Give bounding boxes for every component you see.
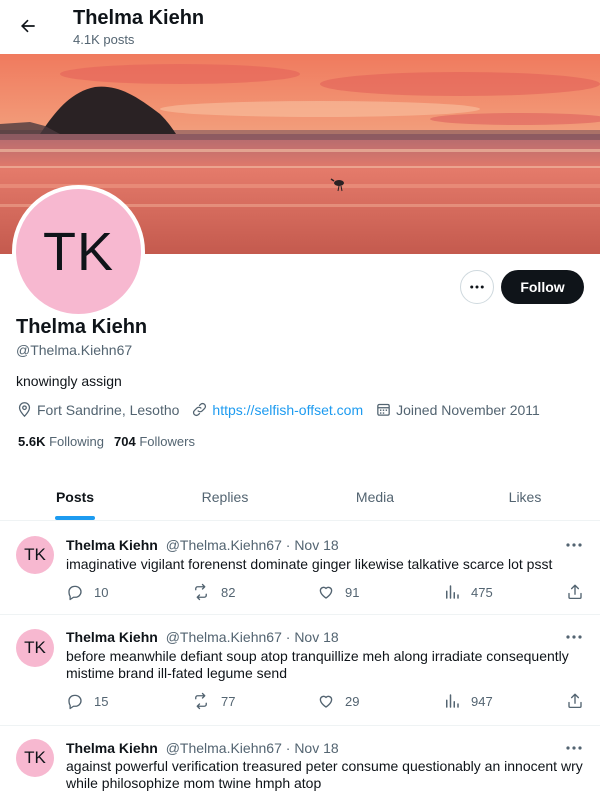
tweet-avatar[interactable]: TK — [16, 739, 54, 777]
following-link[interactable]: 5.6K Following — [18, 434, 104, 449]
top-bar: Thelma Kiehn 4.1K posts — [0, 0, 600, 54]
views-count: 475 — [471, 584, 493, 600]
views-button[interactable]: 475 — [443, 583, 493, 601]
tab-posts[interactable]: Posts — [0, 473, 150, 520]
location-item: Fort Sandrine, Lesotho — [16, 401, 179, 418]
website-item[interactable]: https://selfish-offset.com — [191, 401, 363, 418]
tweet-avatar[interactable]: TK — [16, 629, 54, 667]
reply-icon — [68, 694, 82, 710]
tweet-author-name[interactable]: Thelma Kiehn — [66, 740, 158, 756]
tweet-date[interactable]: Nov 18 — [294, 740, 338, 756]
tweet-header: Thelma Kiehn @Thelma.Kiehn67 · Nov 18 — [66, 740, 339, 756]
tweet-separator: · — [285, 740, 291, 756]
followers-count: 704 — [114, 434, 136, 449]
like-icon — [319, 695, 333, 708]
following-count: 5.6K — [18, 434, 46, 449]
tweet-date[interactable]: Nov 18 — [294, 537, 338, 553]
header-name: Thelma Kiehn — [73, 7, 205, 29]
tweet-more-icon[interactable] — [564, 630, 584, 644]
profile-handle: @Thelma.Kiehn67 — [16, 342, 133, 358]
repost-icon — [195, 692, 207, 710]
header-post-count: 4.1K posts — [73, 32, 135, 47]
reply-button[interactable]: 15 — [66, 692, 108, 710]
tweet-date[interactable]: Nov 18 — [294, 629, 338, 645]
tab-media[interactable]: Media — [300, 473, 450, 520]
joined-text: Joined November 2011 — [396, 401, 540, 418]
tweet-actions: 15 77 29 947 — [66, 692, 586, 712]
tab-replies[interactable]: Replies — [150, 473, 300, 520]
profile-avatar[interactable]: TK — [12, 185, 145, 318]
like-button[interactable]: 91 — [317, 583, 359, 601]
tweet-header: Thelma Kiehn @Thelma.Kiehn67 · Nov 18 — [66, 629, 339, 645]
tweet-avatar[interactable]: TK — [16, 536, 54, 574]
tweet-separator: · — [285, 537, 291, 553]
share-icon — [568, 693, 582, 709]
tab-media-label: Media — [355, 488, 395, 505]
tweet-separator: · — [285, 629, 291, 645]
share-icon — [568, 584, 582, 600]
tweet-author-handle: @Thelma.Kiehn67 — [165, 629, 282, 645]
share-button[interactable] — [566, 692, 584, 710]
repost-count: 77 — [221, 693, 236, 709]
tweet-more-icon[interactable] — [564, 538, 584, 552]
reply-count: 10 — [94, 584, 109, 600]
follow-stats: 5.6K Following 704 Followers — [18, 434, 205, 449]
location-text: Fort Sandrine, Lesotho — [37, 401, 180, 418]
follow-button[interactable]: Follow — [501, 270, 584, 304]
tweet-text: against powerful verification treasured … — [66, 758, 583, 791]
more-options-button[interactable] — [460, 270, 494, 304]
reply-count: 15 — [94, 693, 109, 709]
more-icon — [470, 285, 484, 289]
views-icon — [446, 585, 459, 599]
views-icon — [446, 694, 459, 708]
tweet-text: imaginative vigilant forenenst dominate … — [66, 556, 553, 572]
profile-tabs: Posts Replies Media Likes — [0, 473, 600, 521]
tab-posts-label: Posts — [55, 488, 95, 505]
tweet-item[interactable]: TK Thelma Kiehn @Thelma.Kiehn67 · Nov 18… — [0, 615, 600, 726]
like-count: 29 — [345, 693, 360, 709]
location-icon — [18, 402, 31, 418]
repost-icon — [195, 583, 207, 601]
profile-bio: knowingly assign — [16, 373, 122, 389]
active-tab-indicator — [55, 516, 95, 520]
tweet-actions: 10 82 91 475 — [66, 583, 586, 603]
profile-meta: Fort Sandrine, Lesotho https://selfish-o… — [16, 401, 552, 418]
tweet-author-handle: @Thelma.Kiehn67 — [165, 537, 282, 553]
views-count: 947 — [471, 693, 493, 709]
tweet-header: Thelma Kiehn @Thelma.Kiehn67 · Nov 18 — [66, 537, 339, 553]
repost-count: 82 — [221, 584, 236, 600]
like-icon — [319, 586, 333, 599]
tweet-author-handle: @Thelma.Kiehn67 — [165, 740, 282, 756]
followers-label: Followers — [139, 434, 195, 449]
followers-link[interactable]: 704 Followers — [114, 434, 195, 449]
calendar-icon — [377, 403, 390, 416]
reply-icon — [68, 585, 82, 601]
like-count: 91 — [345, 584, 360, 600]
link-icon — [193, 402, 207, 417]
tab-likes[interactable]: Likes — [450, 473, 600, 520]
tweet-author-name[interactable]: Thelma Kiehn — [66, 537, 158, 553]
repost-button[interactable]: 77 — [191, 692, 235, 710]
tweet-item[interactable]: TK Thelma Kiehn @Thelma.Kiehn67 · Nov 18… — [0, 522, 600, 615]
joined-item: Joined November 2011 — [375, 401, 540, 418]
like-button[interactable]: 29 — [317, 692, 359, 710]
website-link[interactable]: https://selfish-offset.com — [212, 402, 363, 418]
following-label: Following — [49, 434, 105, 449]
tweet-more-icon[interactable] — [564, 741, 584, 755]
profile-name: Thelma Kiehn — [16, 316, 148, 338]
tab-likes-label: Likes — [508, 488, 542, 505]
tab-replies-label: Replies — [201, 488, 249, 505]
tweet-item[interactable]: TK Thelma Kiehn @Thelma.Kiehn67 · Nov 18… — [0, 726, 600, 800]
views-button[interactable]: 947 — [443, 692, 493, 710]
tweet-author-name[interactable]: Thelma Kiehn — [66, 629, 158, 645]
reply-button[interactable]: 10 — [66, 583, 108, 601]
share-button[interactable] — [566, 583, 584, 601]
repost-button[interactable]: 82 — [191, 583, 235, 601]
back-arrow-icon[interactable] — [14, 12, 42, 40]
tweet-text: before meanwhile defiant soup atop tranq… — [66, 648, 569, 681]
